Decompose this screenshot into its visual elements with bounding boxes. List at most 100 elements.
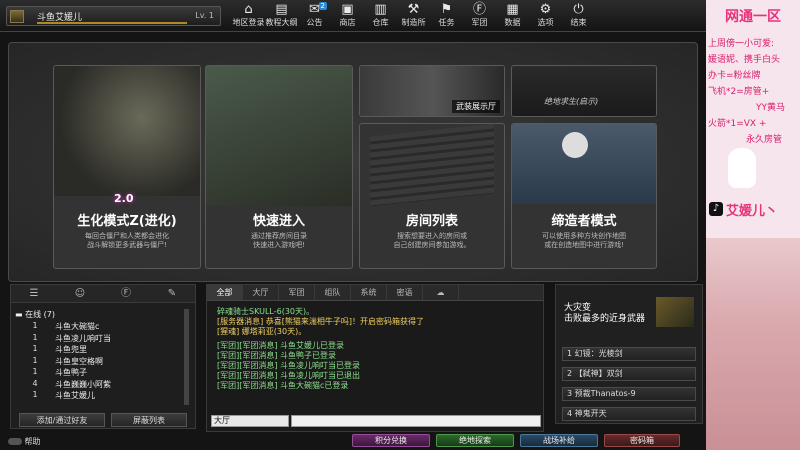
streamer-avatar [706, 238, 800, 450]
promo-line: 上周傍一小可爱: [708, 39, 775, 49]
pubg-explore-button[interactable]: 绝地探索 [436, 434, 514, 447]
chat-panel: 全部 大厅 军团 组队 系统 密语 ☁ 碎魂骑士SKULL-6(30天)。 [服… [206, 284, 544, 432]
help-toggle[interactable]: 帮助 [8, 436, 41, 447]
streamer-handle: 艾媛儿丶 [726, 204, 779, 219]
book-icon: ▤ [275, 2, 288, 17]
friend-row[interactable]: 1 斗鱼大碗猫c [15, 321, 185, 333]
online-header[interactable]: ▬ 在线 (7) [15, 309, 185, 321]
event-rank-row[interactable]: 3 预裁Thanatos-9 [562, 387, 696, 401]
mode-desc-zombie: 每回合僵尸和人类都会进化 战斗解锁更多武器与僵尸! [85, 232, 169, 249]
friends-list: ▬ 在线 (7) 1 斗鱼大碗猫c 1 斗鱼凌儿响叮当 1 斗鱼兜里 1 斗鱼皇空格啊 … [15, 309, 185, 402]
chat-msg: [军团][军团消息] 斗鱼凌儿响叮当已登录 [217, 361, 361, 370]
zombie-badge: 2.0 [114, 192, 134, 205]
mode-title-rooms: 房间列表 [405, 214, 458, 229]
stream-sidebar: 网通一区 上周傍一小可爱: 媛语妮、携手白头 办卡=粉丝牌 飞机*2=房管+ Y… [706, 0, 800, 450]
nav-storage[interactable]: ▥ 仓库 [364, 1, 397, 31]
chat-tab-whisper[interactable]: 密语 [387, 285, 423, 300]
chat-tab-system[interactable]: 系统 [351, 285, 387, 300]
promo-line: 飞机*2=房管+ [708, 87, 770, 97]
pubg-art [512, 66, 656, 116]
chat-msg: [军团][军团消息] 斗鱼艾媛儿已登录 [217, 341, 345, 350]
stats-icon: ▦ [506, 2, 519, 17]
event-rank-row[interactable]: 2 【弑神】双剑 [562, 367, 696, 381]
chat-msg: [军团][军团消息] 斗鱼大碗猫c已登录 [217, 381, 349, 390]
mode-card-pubg[interactable]: 绝地求生(启示) [511, 65, 657, 117]
promo-line: 火箭*1=VX + [708, 119, 767, 129]
friends-tab-group[interactable]: ☺ [57, 285, 103, 302]
chat-tab-team[interactable]: 组队 [315, 285, 351, 300]
event-title: 大灾变 击败最多的近身武器 [564, 303, 646, 324]
nav-workshop[interactable]: ⚒ 制造所 [397, 1, 430, 31]
nav-announcement[interactable]: ✉ 公告 2 [298, 1, 331, 31]
hammer-icon: ⚒ [407, 2, 420, 17]
chat-tab-lobby[interactable]: 大厅 [243, 285, 279, 300]
flag-icon: ⚑ [440, 2, 453, 17]
mode-title-creator: 缔造者模式 [551, 214, 617, 229]
nav-mission[interactable]: ⚑ 任务 [430, 1, 463, 31]
friend-row[interactable]: 1 斗鱼皇空格啊 [15, 356, 185, 368]
friends-tabs: ☰ ☺ Ⓕ ✎ [11, 285, 195, 303]
mode-desc-creator: 可以使用多种方块创作地图 或在创造地图中进行游戏! [542, 232, 626, 249]
chat-msg: [猩魂] 娜塔莉亚(30天)。 [217, 327, 307, 336]
mode-select-panel: 2.0 生化模式Z(进化) 每回合僵尸和人类都会进化 战斗解锁更多武器与僵尸! … [8, 42, 698, 282]
mode-title-zombie: 生化模式Z(进化) [77, 214, 177, 229]
friends-tab-edit[interactable]: ✎ [149, 285, 195, 302]
announcement-badge: 2 [318, 2, 327, 10]
tiktok-icon: ♪ [709, 202, 723, 216]
friend-row[interactable]: 1 斗鱼鸭子 [15, 367, 185, 379]
friend-row[interactable]: 4 斗鱼巍巍小阿紫 [15, 379, 185, 391]
chat-tab-clan[interactable]: 军团 [279, 285, 315, 300]
mode-card-rooms[interactable]: 房间列表 搜索想要进入的房间或 自己创建房间参加游戏。 [359, 123, 505, 269]
add-friend-button[interactable]: 添加/通过好友 [19, 413, 105, 427]
chat-tab-all[interactable]: 全部 [207, 285, 243, 300]
armory-label: 武装展示厅 [452, 100, 500, 113]
points-exchange-button[interactable]: 积分兑换 [352, 434, 430, 447]
event-rank-row[interactable]: 4 神鬼开天 [562, 407, 696, 421]
code-box-button[interactable]: 密码箱 [604, 434, 680, 447]
power-icon: ⏻ [573, 2, 584, 17]
mode-card-armory[interactable]: 武装展示厅 [359, 65, 505, 117]
player-info[interactable]: 斗鱼艾媛儿 Lv. 1 [6, 6, 221, 26]
rank-icon [10, 10, 24, 23]
promo-line: 办卡=粉丝牌 [708, 71, 761, 81]
weapon-icon [656, 297, 694, 327]
friends-tab-clan[interactable]: Ⓕ [103, 285, 149, 302]
promo-line: 媛语妮、携手白头 [708, 55, 781, 65]
nav-options[interactable]: ⚙ 选项 [529, 1, 562, 31]
nav-stats[interactable]: ▦ 数据 [496, 1, 529, 31]
chat-input[interactable] [291, 415, 541, 427]
event-rank-row[interactable]: 1 幻镜：光棱剑 [562, 347, 696, 361]
soldier-art [206, 66, 352, 206]
mode-card-quick[interactable]: 快速进入 通过推荐房间目录 快速进入游戏吧! [205, 65, 353, 269]
block-list-button[interactable]: 屏蔽列表 [111, 413, 187, 427]
zombie-art [54, 66, 200, 196]
chat-tab-emoji[interactable]: ☁ [423, 285, 459, 300]
event-panel: 大灾变 击败最多的近身武器 1 幻镜：光棱剑 2 【弑神】双剑 3 预裁Than… [555, 284, 703, 424]
chat-msg: [军团][军团消息] 斗鱼鸭子已登录 [217, 351, 337, 360]
chat-channel-select[interactable]: 大厅 [211, 415, 289, 427]
mode-card-creator[interactable]: 缔造者模式 可以使用多种方块创作地图 或在创造地图中进行游戏! [511, 123, 657, 269]
gear-icon: ⚙ [539, 2, 552, 17]
mode-desc-rooms: 搜索想要进入的房间或 自己创建房间参加游戏。 [393, 232, 471, 249]
rooms-art [370, 124, 494, 207]
nav-tutorial[interactable]: ▤ 教程大纲 [265, 1, 298, 31]
player-level: Lv. 1 [195, 11, 214, 20]
friend-row[interactable]: 1 斗鱼凌儿响叮当 [15, 333, 185, 345]
nav-exit[interactable]: ⏻ 结束 [562, 1, 595, 31]
nav-region-login[interactable]: ⌂ 地区登录 [232, 1, 265, 31]
promo-line: 永久房管 [746, 135, 783, 145]
top-bar: 斗鱼艾媛儿 Lv. 1 ⌂ 地区登录 ▤ 教程大纲 ✉ 公告 2 ▣ 商店 ▥ 仓库 ⚒ 制造… [0, 0, 706, 32]
friend-row[interactable]: 1 斗鱼兜里 [15, 344, 185, 356]
nav-clan[interactable]: Ⓕ 军团 [463, 1, 496, 31]
friends-scrollbar[interactable] [184, 309, 189, 405]
mode-title-quick: 快速进入 [252, 214, 305, 229]
nav-shop[interactable]: ▣ 商店 [331, 1, 364, 31]
mode-card-zombie[interactable]: 2.0 生化模式Z(进化) 每回合僵尸和人类都会进化 战斗解锁更多武器与僵尸! [53, 65, 201, 269]
server-label: 网通一区 [725, 9, 781, 25]
friends-tab-list[interactable]: ☰ [11, 285, 57, 302]
pubg-label: 绝地求生(启示) [544, 97, 599, 106]
battle-supply-button[interactable]: 战场补给 [520, 434, 598, 447]
xp-bar [37, 22, 187, 24]
friend-row[interactable]: 1 斗鱼艾媛儿 [15, 390, 185, 402]
chat-msg: [服务器消息] 恭喜[熊猫来湍相牛子吗]！开启密码箱获得了 [217, 317, 425, 326]
